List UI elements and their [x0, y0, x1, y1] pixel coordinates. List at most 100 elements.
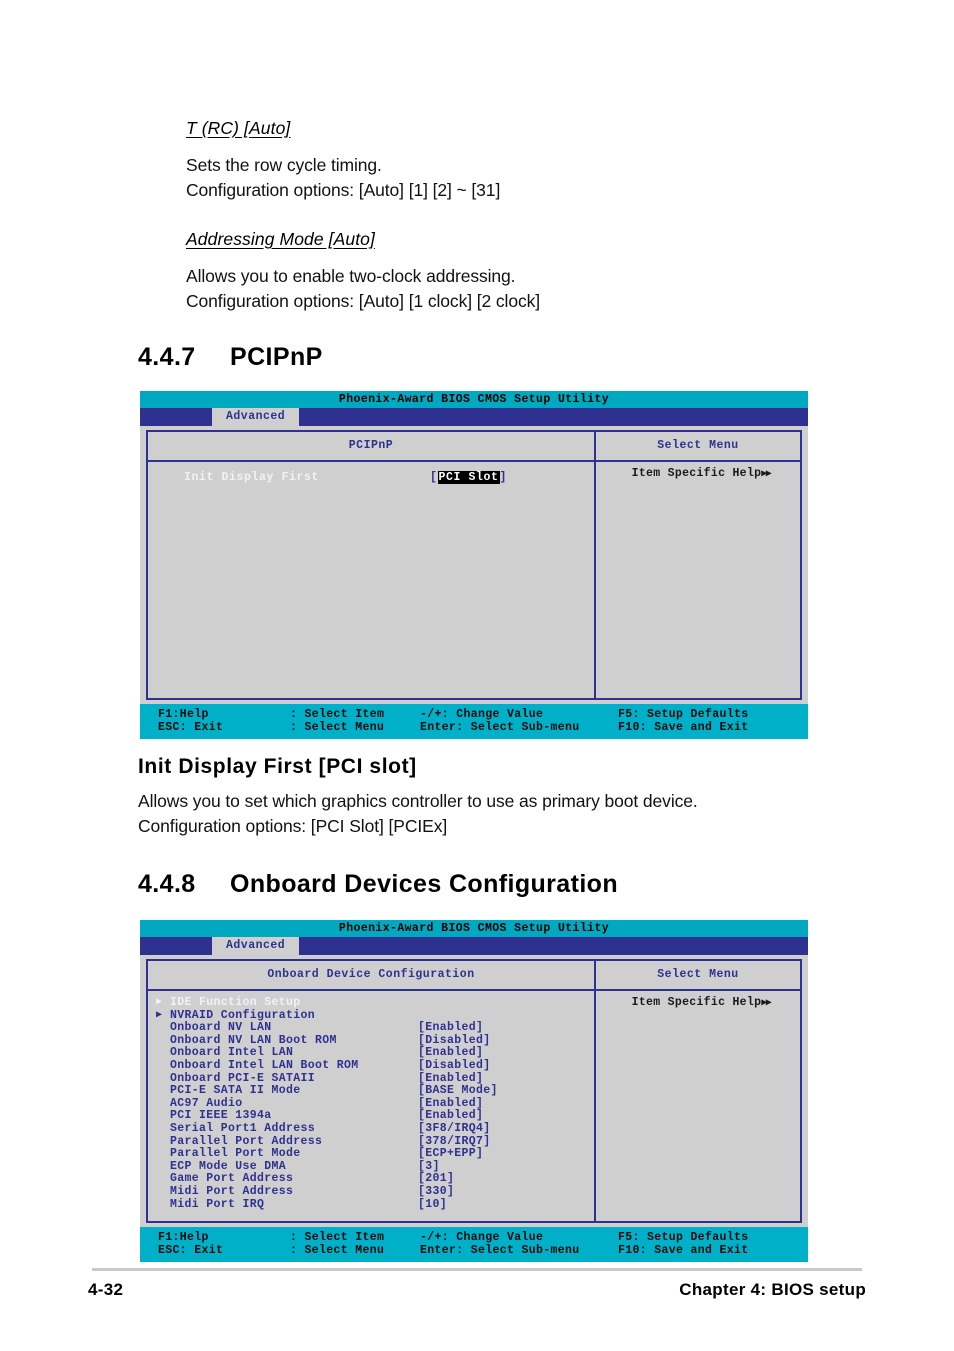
bios-row-init-display-first[interactable]: Init Display First [PCI Slot]	[148, 471, 594, 485]
submenu-arrow-icon: ▶	[156, 1009, 163, 1021]
section-trc: T (RC) [Auto] Sets the row cycle timing.…	[186, 118, 886, 203]
bios-key-legend-row-1: F1:Help : Select Item -/+: Change Value …	[140, 708, 808, 721]
bios-side-header-2: Select Menu	[596, 961, 800, 991]
bios-tab-bar: Advanced	[140, 408, 808, 426]
bios-side-column: Select Menu Item Specific Help▶▶	[596, 432, 800, 698]
bios-side-column-2: Select Menu Item Specific Help▶▶	[596, 961, 800, 1221]
bios-row-onboard[interactable]: Parallel Port Mode [ECP+EPP]	[148, 1148, 594, 1161]
key-select-submenu: Enter: Select Sub-menu	[420, 721, 580, 734]
bios-row-onboard[interactable]: PCI-E SATA II Mode [BASE Mode]	[148, 1085, 594, 1098]
chapter-label: Chapter 4: BIOS setup	[679, 1280, 866, 1299]
addressing-line-1: Allows you to enable two-clock addressin…	[186, 266, 516, 286]
bios-row-label: Midi Port IRQ	[170, 1197, 265, 1211]
bios-row-value: [3F8/IRQ4]	[418, 1121, 491, 1135]
bios-content-grid: PCIPnP Init Display First [PCI Slot] Sel…	[146, 430, 802, 700]
bios-item-list-onboard: ▶ IDE Function Setup ▶ NVRAID Configuration…	[148, 991, 594, 1221]
key-esc-exit: ESC: Exit	[158, 721, 224, 734]
key-select-item: : Select Item	[290, 708, 385, 721]
init-display-heading: Init Display First [PCI slot]	[138, 755, 417, 778]
section-heading-447: 4.4.7 PCIPnP	[138, 343, 323, 372]
bios-row-label: Init Display First	[184, 471, 320, 484]
section-addressing-mode: Addressing Mode [Auto] Allows you to ena…	[186, 229, 886, 314]
bios-row-value-highlighted: PCI Slot	[437, 471, 500, 484]
tab-advanced[interactable]: Advanced	[212, 408, 300, 426]
footer-divider	[92, 1268, 862, 1271]
key-f1-help: F1:Help	[158, 708, 209, 721]
help-double-arrow-icon: ▶▶	[761, 469, 772, 480]
section-heading-448: 4.4.8 Onboard Devices Configuration	[138, 870, 618, 899]
manual-page: T (RC) [Auto] Sets the row cycle timing.…	[0, 0, 954, 1351]
bios-row-label: Midi Port Address	[170, 1184, 294, 1198]
key-select-item-2: : Select Item	[290, 1231, 385, 1244]
key-setup-defaults: F5: Setup Defaults	[618, 708, 749, 721]
tab-advanced-2[interactable]: Advanced	[212, 937, 300, 955]
bios-key-legend: F1:Help : Select Item -/+: Change Value …	[140, 704, 808, 739]
bios-help-pane: Item Specific Help▶▶	[596, 462, 800, 698]
bios-row-label: PCI-E SATA II Mode	[170, 1084, 301, 1098]
bios-help-text: Item Specific Help	[631, 467, 762, 480]
bios-row-value: [Enabled]	[418, 1021, 484, 1035]
key-save-exit: F10: Save and Exit	[618, 721, 749, 734]
key-setup-defaults-2: F5: Setup Defaults	[618, 1231, 749, 1244]
submenu-arrow-icon: ▶	[156, 997, 163, 1008]
bios-side-header: Select Menu	[596, 432, 800, 462]
addressing-heading: Addressing Mode [Auto]	[186, 229, 375, 249]
bios-row-value: [ECP+EPP]	[418, 1147, 484, 1161]
bios-row-value: [BASE Mode]	[418, 1084, 498, 1098]
bios-main-header-pcipnp: PCIPnP	[148, 432, 594, 462]
key-esc-exit-2: ESC: Exit	[158, 1244, 224, 1257]
init-display-line-2: Configuration options: [PCI Slot] [PCIEx…	[138, 816, 448, 836]
bios-help-label: Item Specific Help▶▶	[596, 467, 800, 482]
page-number: 4-32	[88, 1280, 124, 1299]
bios-row-label: Onboard NV LAN	[170, 1021, 272, 1035]
bios-key-legend-2-row-1: F1:Help : Select Item -/+: Change Value …	[140, 1231, 808, 1244]
bios-key-legend-2: F1:Help : Select Item -/+: Change Value …	[140, 1227, 808, 1262]
bios-help-label-2: Item Specific Help▶▶	[596, 996, 800, 1011]
bios-row-value[interactable]: [PCI Slot]	[430, 471, 507, 485]
key-select-submenu-2: Enter: Select Sub-menu	[420, 1244, 580, 1257]
bios-content-grid-2: Onboard Device Configuration ▶ IDE Functi…	[146, 959, 802, 1223]
section-title-447: PCIPnP	[230, 343, 323, 371]
init-display-line-1: Allows you to set which graphics control…	[138, 791, 698, 811]
section-number-447: 4.4.7	[138, 343, 196, 371]
bios-row-label: Onboard Intel LAN Boot ROM	[170, 1058, 359, 1072]
bios-key-legend-row-2: ESC: Exit : Select Menu Enter: Select Su…	[140, 721, 808, 734]
bios-body-2: Onboard Device Configuration ▶ IDE Functi…	[140, 955, 808, 1227]
key-select-menu-2: : Select Menu	[290, 1244, 385, 1257]
key-change-value-2: -/+: Change Value	[420, 1231, 544, 1244]
trc-line-1: Sets the row cycle timing.	[186, 155, 382, 175]
bios-help-pane-2: Item Specific Help▶▶	[596, 991, 800, 1221]
bios-main-header-onboard: Onboard Device Configuration	[148, 961, 594, 991]
bios-row-onboard[interactable]: Serial Port1 Address [3F8/IRQ4]	[148, 1121, 594, 1136]
bios-row-label: Serial Port1 Address	[170, 1121, 316, 1135]
bios-key-legend-2-row-2: ESC: Exit : Select Menu Enter: Select Su…	[140, 1244, 808, 1257]
bios-row-value: [Disabled]	[418, 1058, 491, 1072]
trc-heading: T (RC) [Auto]	[186, 118, 291, 138]
bios-tab-bar-2: Advanced	[140, 937, 808, 955]
bios-screen-pcipnp: Phoenix-Award BIOS CMOS Setup Utility Ad…	[140, 391, 808, 739]
bios-row-onboard[interactable]: Onboard Intel LAN Boot ROM [Disabled]	[148, 1058, 594, 1073]
bios-main-column-2: Onboard Device Configuration ▶ IDE Functi…	[148, 961, 596, 1221]
key-select-menu: : Select Menu	[290, 721, 385, 734]
bios-title-bar-2: Phoenix-Award BIOS CMOS Setup Utility	[140, 920, 808, 937]
bios-row-value: [10]	[418, 1197, 448, 1211]
bios-screen-onboard-devices: Phoenix-Award BIOS CMOS Setup Utility Ad…	[140, 920, 808, 1262]
bios-row-onboard[interactable]: Midi Port Address [330]	[148, 1184, 594, 1199]
bios-main-column: PCIPnP Init Display First [PCI Slot]	[148, 432, 596, 698]
bios-title-bar: Phoenix-Award BIOS CMOS Setup Utility	[140, 391, 808, 408]
bios-row-onboard[interactable]: Onboard NV LAN [Enabled]	[148, 1022, 594, 1035]
bios-help-text-2: Item Specific Help	[631, 996, 762, 1009]
section-title-448: Onboard Devices Configuration	[230, 870, 619, 898]
addressing-line-2: Configuration options: [Auto] [1 clock] …	[186, 291, 541, 311]
bios-row-value: [330]	[418, 1184, 455, 1198]
section-number-448: 4.4.8	[138, 870, 196, 898]
bios-body: PCIPnP Init Display First [PCI Slot] Sel…	[140, 426, 808, 704]
trc-line-2: Configuration options: [Auto] [1] [2] ~ …	[186, 180, 501, 200]
help-double-arrow-icon-2: ▶▶	[761, 998, 772, 1009]
bios-row-label: IDE Function Setup	[170, 996, 301, 1009]
bios-row-onboard[interactable]: Midi Port IRQ [10]	[148, 1197, 594, 1212]
bios-row-onboard[interactable]: ▶ IDE Function Setup	[148, 996, 594, 1010]
key-change-value: -/+: Change Value	[420, 708, 544, 721]
key-f1-help-2: F1:Help	[158, 1231, 209, 1244]
bios-row-label: Parallel Port Mode	[170, 1147, 301, 1161]
